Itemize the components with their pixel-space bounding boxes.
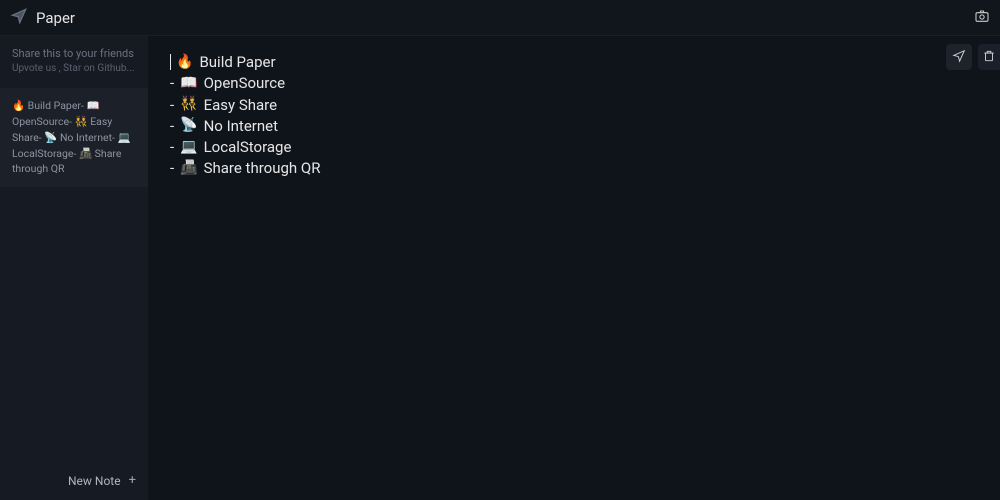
delete-button[interactable]: [978, 44, 1000, 70]
topbar-right: [974, 8, 990, 28]
share-promo-line2: Upvote us , Star on Github...: [12, 62, 136, 76]
editor-line: - 👯 Easy Share: [170, 95, 978, 115]
editor-text: Easy Share: [204, 95, 277, 115]
sidebar-spacer: [0, 187, 148, 463]
book-icon: 📖: [180, 74, 197, 93]
note-preview-text: 🔥 Build Paper- 📖 OpenSource- 👯 Easy Shar…: [12, 99, 131, 175]
topbar: Paper: [0, 0, 1000, 36]
satellite-icon: 📡: [180, 116, 197, 135]
send-icon: [952, 48, 966, 67]
plus-icon: +: [129, 473, 136, 488]
list-dash: -: [170, 116, 174, 136]
camera-icon[interactable]: [974, 8, 990, 28]
editor-actions: [946, 44, 1000, 70]
trash-icon: [982, 48, 996, 67]
new-note-label: New Note: [68, 474, 121, 488]
editor-line: - 💻 LocalStorage: [170, 137, 978, 157]
share-button[interactable]: [946, 44, 972, 70]
fax-icon: 📠: [180, 159, 197, 178]
editor-line: - 📖 OpenSource: [170, 73, 978, 93]
editor-text: OpenSource: [204, 73, 285, 93]
fire-icon: 🔥: [176, 53, 193, 72]
paper-plane-icon: [10, 7, 28, 29]
share-promo-line1: Share this to your friends: [12, 46, 136, 61]
editor[interactable]: 🔥 Build Paper - 📖 OpenSource - 👯 Easy Sh…: [148, 36, 1000, 196]
main: Share this to your friends Upvote us , S…: [0, 36, 1000, 500]
editor-text: Build Paper: [199, 52, 275, 72]
content-area: 🔥 Build Paper - 📖 OpenSource - 👯 Easy Sh…: [148, 36, 1000, 500]
editor-line: - 📡 No Internet: [170, 116, 978, 136]
laptop-icon: 💻: [180, 138, 197, 157]
sidebar: Share this to your friends Upvote us , S…: [0, 36, 148, 500]
people-icon: 👯: [180, 95, 197, 114]
app-title: Paper: [36, 9, 75, 27]
text-caret: [170, 54, 171, 70]
editor-line: - 📠 Share through QR: [170, 158, 978, 178]
note-preview-card[interactable]: 🔥 Build Paper- 📖 OpenSource- 👯 Easy Shar…: [0, 88, 148, 187]
new-note-button[interactable]: New Note +: [0, 463, 148, 500]
list-dash: -: [170, 137, 174, 157]
editor-text: LocalStorage: [204, 137, 292, 157]
editor-line: 🔥 Build Paper: [170, 52, 978, 72]
editor-text: No Internet: [204, 116, 278, 136]
list-dash: -: [170, 95, 174, 115]
topbar-left: Paper: [10, 7, 75, 29]
editor-text: Share through QR: [204, 158, 321, 178]
list-dash: -: [170, 73, 174, 93]
share-promo[interactable]: Share this to your friends Upvote us , S…: [0, 36, 148, 82]
list-dash: -: [170, 158, 174, 178]
